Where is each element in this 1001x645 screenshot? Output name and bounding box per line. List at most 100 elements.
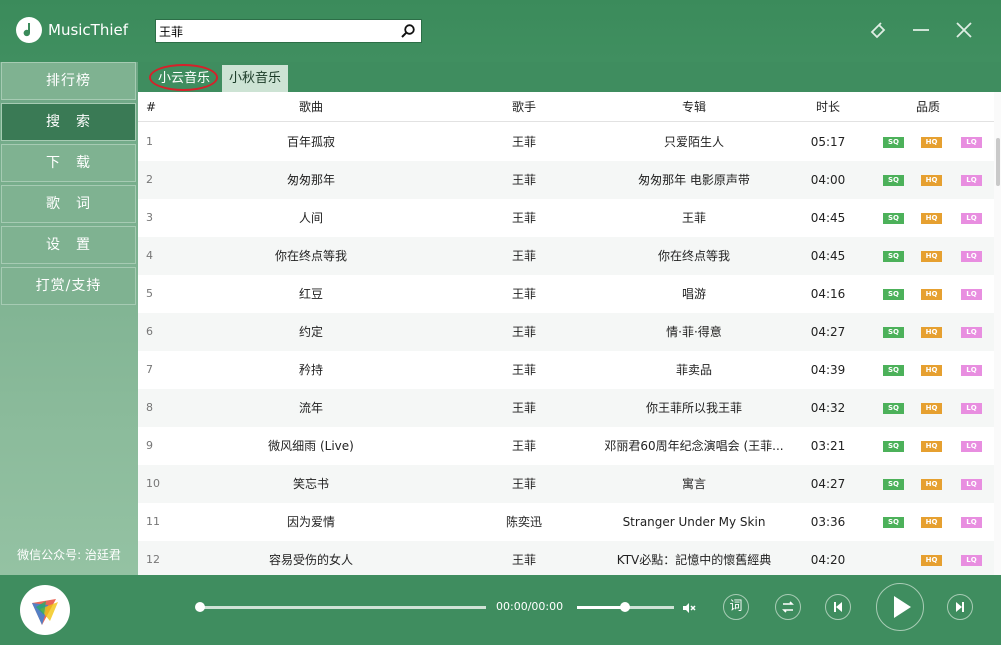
lq-badge[interactable]: LQ: [961, 365, 982, 376]
table-row[interactable]: 3 人间 王菲 王菲 04:45 SQ HQ LQ: [138, 199, 994, 237]
table-row[interactable]: 2 匆匆那年 王菲 匆匆那年 电影原声带 04:00 SQ HQ LQ: [138, 161, 994, 199]
hq-badge[interactable]: HQ: [921, 479, 942, 490]
header-artist[interactable]: 歌手: [474, 92, 574, 122]
sidebar-item-lyrics[interactable]: 歌 词: [1, 185, 136, 223]
sq-badge[interactable]: SQ: [883, 517, 904, 528]
artist-name: 王菲: [511, 401, 536, 415]
next-button[interactable]: [947, 594, 973, 620]
table-row[interactable]: 6 约定 王菲 情·菲·得意 04:27 SQ HQ LQ: [138, 313, 994, 351]
previous-button[interactable]: [825, 594, 851, 620]
album-name: 菲卖品: [675, 363, 712, 377]
duration: 04:45: [810, 211, 846, 225]
sq-badge[interactable]: SQ: [883, 289, 904, 300]
row-index: 5: [146, 287, 153, 300]
play-button[interactable]: [876, 583, 924, 631]
table-row[interactable]: 9 微风细雨 (Live) 王菲 邓丽君60周年纪念演唱会 (王菲... 03:21 SQ…: [138, 427, 994, 465]
hq-badge[interactable]: HQ: [921, 213, 942, 224]
album-name: 情·菲·得意: [666, 325, 722, 339]
lq-badge[interactable]: LQ: [961, 327, 982, 338]
album-name: 王菲: [681, 211, 706, 225]
hq-badge[interactable]: HQ: [921, 289, 942, 300]
search-icon[interactable]: [400, 23, 416, 39]
lq-badge[interactable]: LQ: [961, 555, 982, 566]
hq-badge[interactable]: HQ: [921, 137, 942, 148]
lq-badge[interactable]: LQ: [961, 289, 982, 300]
sq-badge[interactable]: SQ: [883, 403, 904, 414]
header-album[interactable]: 专辑: [594, 92, 794, 122]
hq-badge[interactable]: HQ: [921, 441, 942, 452]
album-name: 匆匆那年 电影原声带: [638, 173, 750, 187]
lq-badge[interactable]: LQ: [961, 441, 982, 452]
scrollbar[interactable]: [994, 92, 1001, 575]
repeat-icon: [782, 601, 794, 613]
row-index: 7: [146, 363, 153, 376]
tab-xiaoyun-music[interactable]: 小云音乐: [151, 65, 217, 92]
sq-badge[interactable]: SQ: [883, 175, 904, 186]
duration: 04:45: [810, 249, 846, 263]
table-row[interactable]: 8 流年 王菲 你王菲所以我王菲 04:32 SQ HQ LQ: [138, 389, 994, 427]
duration: 03:21: [810, 439, 846, 453]
duration: 03:36: [810, 515, 846, 529]
lq-badge[interactable]: LQ: [961, 175, 982, 186]
minimize-icon[interactable]: [909, 18, 933, 42]
sq-badge[interactable]: SQ: [883, 137, 904, 148]
table-row[interactable]: 5 红豆 王菲 唱游 04:16 SQ HQ LQ: [138, 275, 994, 313]
scrollbar-thumb[interactable]: [996, 138, 1000, 186]
lq-badge[interactable]: LQ: [961, 251, 982, 262]
hq-badge[interactable]: HQ: [921, 555, 942, 566]
sq-badge[interactable]: SQ: [883, 327, 904, 338]
table-row[interactable]: 11 因为爱情 陈奕迅 Stranger Under My Skin 03:36 SQ HQ…: [138, 503, 994, 541]
sidebar-item-charts[interactable]: 排行榜: [1, 62, 136, 100]
lq-badge[interactable]: LQ: [961, 213, 982, 224]
hq-badge[interactable]: HQ: [921, 327, 942, 338]
album-cover[interactable]: [20, 585, 70, 635]
sq-badge[interactable]: SQ: [883, 479, 904, 490]
lq-badge[interactable]: LQ: [961, 137, 982, 148]
sq-badge[interactable]: SQ: [883, 441, 904, 452]
sidebar-item-support[interactable]: 打赏/支持: [1, 267, 136, 305]
hq-badge[interactable]: HQ: [921, 365, 942, 376]
hq-badge[interactable]: HQ: [921, 517, 942, 528]
header-song[interactable]: 歌曲: [198, 92, 424, 122]
sidebar-item-search[interactable]: 搜 索: [1, 103, 136, 141]
search-input[interactable]: [156, 20, 396, 42]
table-row[interactable]: 4 你在终点等我 王菲 你在终点等我 04:45 SQ HQ LQ: [138, 237, 994, 275]
sq-badge[interactable]: SQ: [883, 251, 904, 262]
duration: 04:32: [810, 401, 846, 415]
repeat-button[interactable]: [775, 594, 801, 620]
hq-badge[interactable]: HQ: [921, 251, 942, 262]
lq-badge[interactable]: LQ: [961, 479, 982, 490]
results-table: # 歌曲 歌手 专辑 时长 品质 1 百年孤寂 王菲 只爱陌生人 05:17 SQ HQ LQ…: [138, 92, 1001, 575]
volume-knob[interactable]: [620, 602, 630, 612]
song-title: 红豆: [298, 287, 323, 301]
header-duration[interactable]: 时长: [798, 92, 858, 122]
song-title: 微风细雨 (Live): [268, 439, 354, 453]
player-bar: 00:00/00:00 词: [0, 575, 1001, 645]
sq-badge[interactable]: SQ: [883, 213, 904, 224]
tab-xiaoqiu-music[interactable]: 小秋音乐: [222, 65, 288, 92]
lq-badge[interactable]: LQ: [961, 517, 982, 528]
previous-icon: [834, 602, 842, 612]
sidebar-item-settings[interactable]: 设 置: [1, 226, 136, 264]
skin-icon[interactable]: [866, 18, 890, 42]
close-icon[interactable]: [952, 18, 976, 42]
search-box[interactable]: [155, 19, 422, 43]
table-row[interactable]: 7 矜持 王菲 菲卖品 04:39 SQ HQ LQ: [138, 351, 994, 389]
table-row[interactable]: 1 百年孤寂 王菲 只爱陌生人 05:17 SQ HQ LQ: [138, 123, 994, 161]
table-row[interactable]: 12 容易受伤的女人 王菲 KTV必點：記憶中的懷舊經典 04:20 HQ LQ: [138, 541, 994, 575]
row-index: 6: [146, 325, 153, 338]
progress-knob[interactable]: [195, 602, 205, 612]
song-title: 人间: [298, 211, 323, 225]
volume-muted-icon[interactable]: [681, 600, 697, 616]
lq-badge[interactable]: LQ: [961, 403, 982, 414]
sq-badge[interactable]: SQ: [883, 365, 904, 376]
hq-badge[interactable]: HQ: [921, 403, 942, 414]
hq-badge[interactable]: HQ: [921, 175, 942, 186]
lyrics-button[interactable]: 词: [723, 594, 749, 620]
song-title: 百年孤寂: [286, 135, 335, 149]
table-row[interactable]: 10 笑忘书 王菲 寓言 04:27 SQ HQ LQ: [138, 465, 994, 503]
artist-name: 陈奕迅: [505, 515, 542, 529]
progress-bar[interactable]: [200, 606, 486, 609]
album-name: 你王菲所以我王菲: [645, 401, 742, 415]
sidebar-item-download[interactable]: 下 载: [1, 144, 136, 182]
